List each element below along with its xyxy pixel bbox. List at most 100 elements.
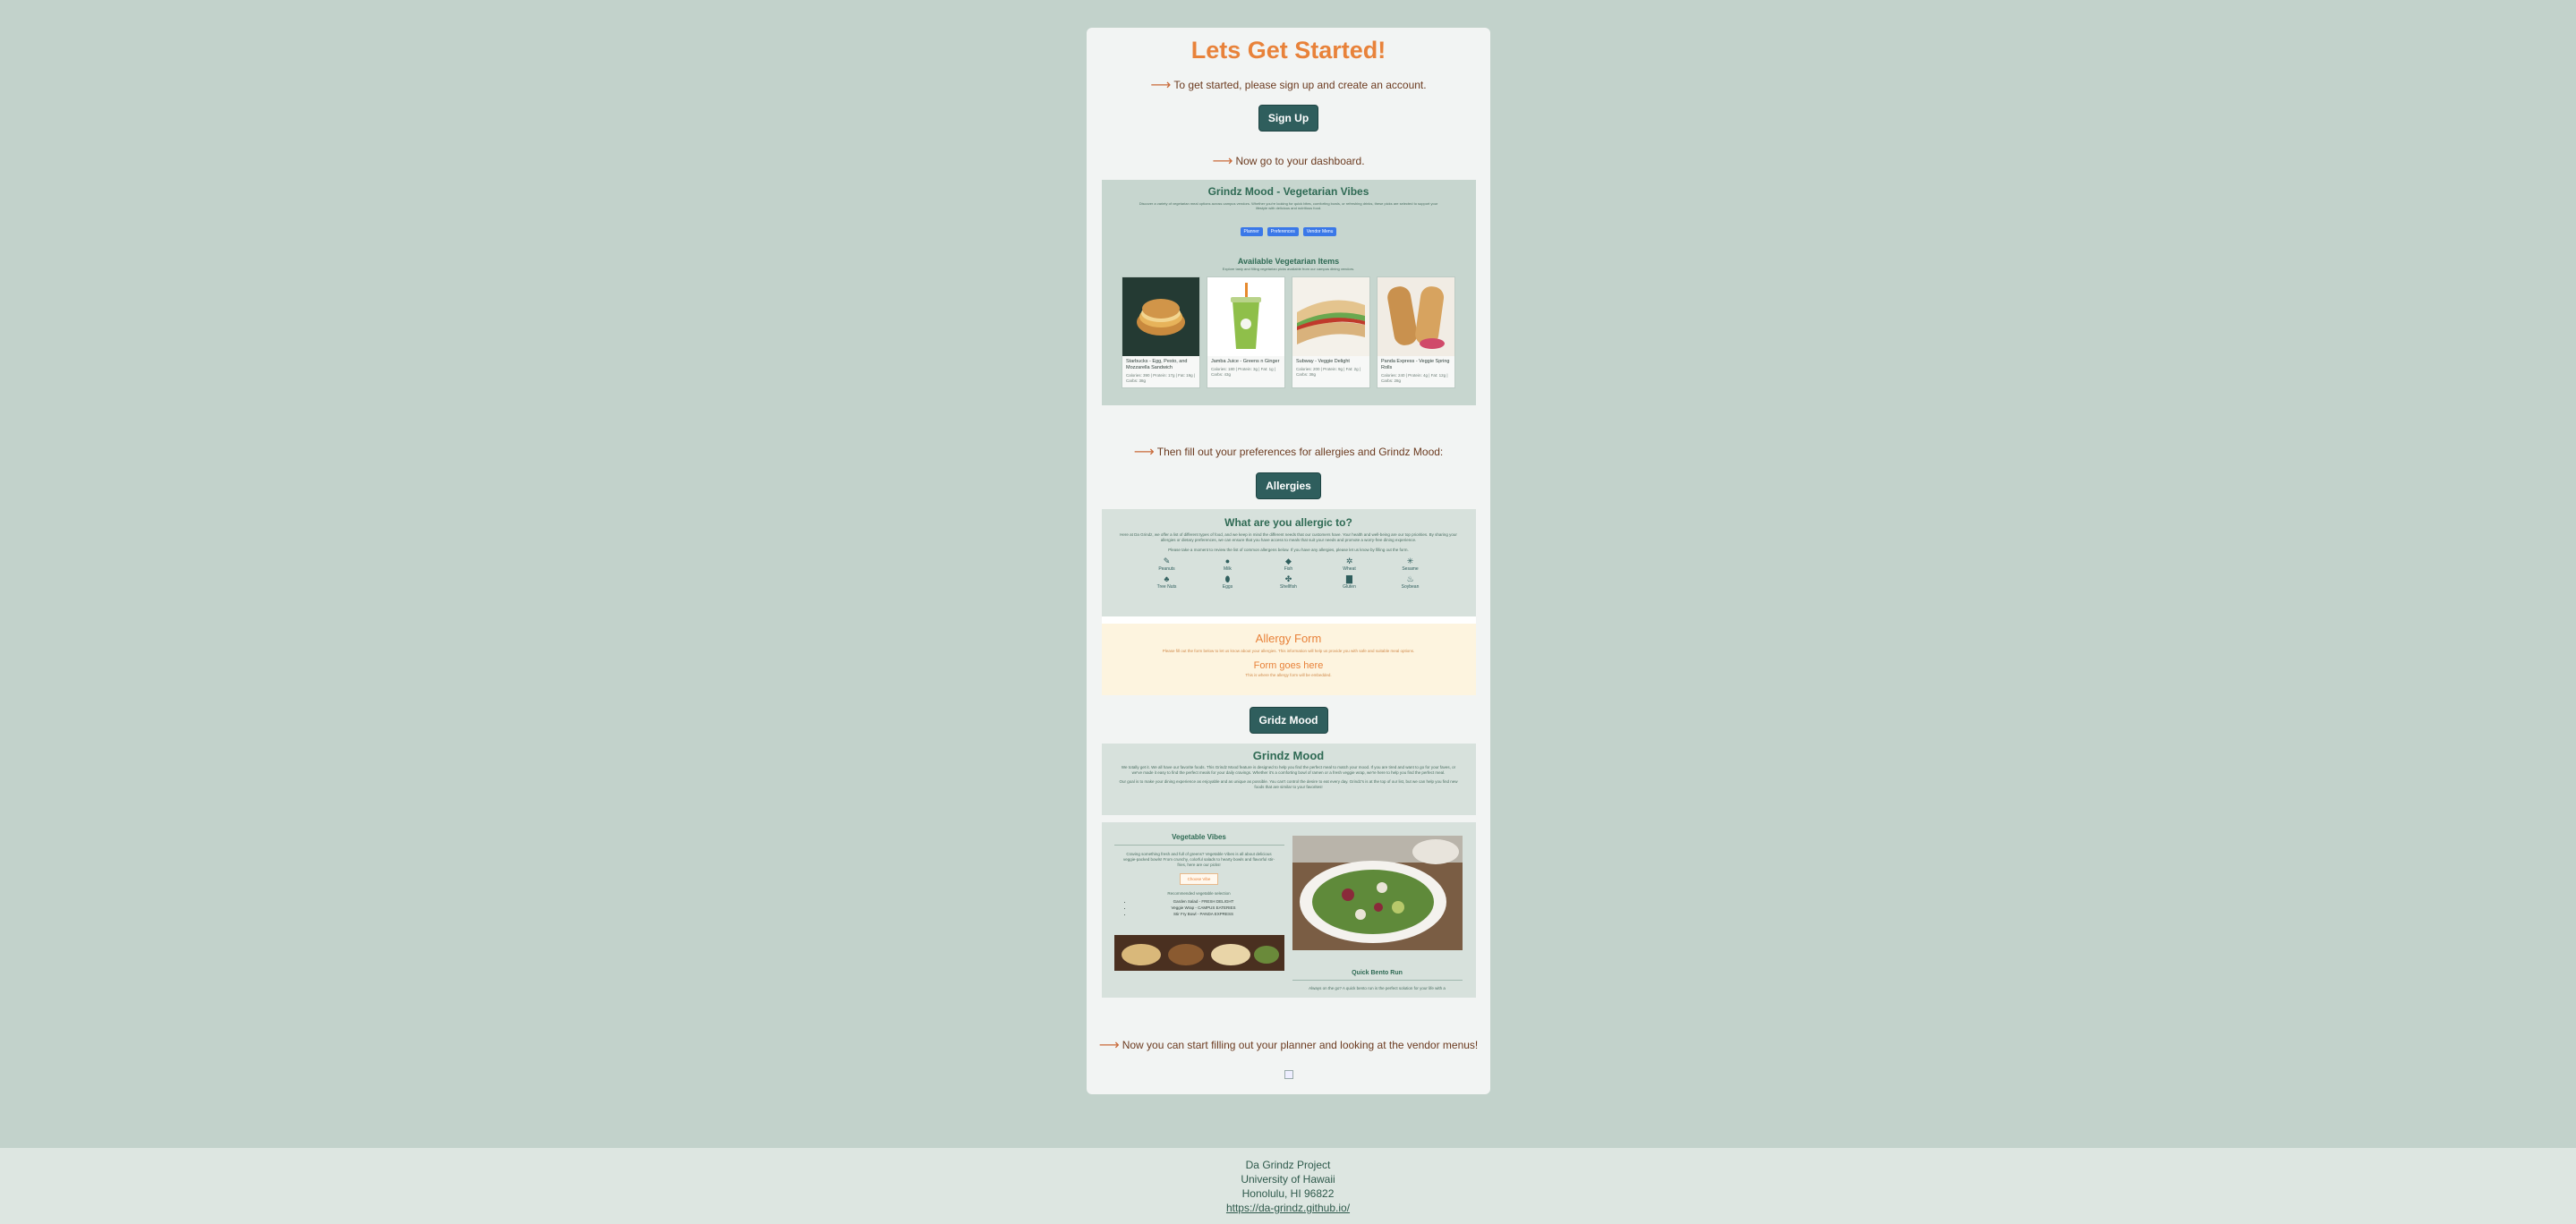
salad-image [1292, 836, 1463, 950]
allergen-milk[interactable]: ● Milk [1198, 557, 1258, 572]
veggie-list: Garden Salad - FRESH DELIGHT Veggie Wrap… [1123, 898, 1275, 917]
dashboard-preview: Grindz Mood - Vegetarian Vibes Discover … [1101, 180, 1476, 405]
bread-icon: ▇ [1346, 574, 1352, 583]
site-footer: Da Grindz Project University of Hawaii H… [0, 1148, 2576, 1224]
step-planner: ⟶ Now you can start filling out your pla… [1099, 1036, 1479, 1054]
grindz-mood-preview: Grindz Mood We totally get it. We all ha… [1101, 744, 1476, 815]
allergen-label: Eggs [1222, 584, 1233, 590]
veggie-left-column: Vegetable Vibes Craving something fresh … [1113, 833, 1284, 998]
allergen-label: Soybean [1401, 584, 1420, 590]
dashboard-nav: Planner Preferences Vendor Menu [1240, 227, 1337, 236]
arrow-right-icon: ⟶ [1098, 1038, 1120, 1053]
allergen-label: Milk [1224, 566, 1232, 572]
item-name: Starbucks - Egg, Pesto, and Mozzarella S… [1126, 359, 1188, 370]
allergen-fish[interactable]: ◆ Fish [1258, 557, 1319, 572]
veggie-right-column: Quick Bento Run Always on the go? A quic… [1292, 833, 1463, 998]
allergen-grid: ✎ Peanuts ● Milk ◆ Fish ✲ Wheat ✳ Sesame ♣ Tre… [1137, 557, 1441, 590]
veggie-list-title: Recommended vegetable selection [1167, 891, 1231, 896]
grindz-mood-p2: Our goal is to make your dining experien… [1119, 779, 1458, 789]
veggie-desc: Craving something fresh and full of gree… [1123, 852, 1275, 867]
menu-item-card[interactable]: Subway - Veggie Delight Calories: 200 | … [1292, 276, 1370, 388]
dashboard-intro: Discover a variety of vegetarian meal op… [1139, 201, 1438, 210]
egg-icon: ⬮ [1224, 574, 1231, 583]
arrow-right-icon: ⟶ [1133, 445, 1155, 460]
allergen-soybean[interactable]: ♨ Soybean [1380, 574, 1441, 590]
allergy-preview: What are you allergic to? Here at Da Gri… [1101, 509, 1476, 616]
wheat-icon: ✲ [1345, 557, 1353, 565]
allergy-title: What are you allergic to? [1224, 516, 1352, 529]
allergen-wheat[interactable]: ✲ Wheat [1319, 557, 1380, 572]
allergy-form-preview: Allergy Form Please fill out the form be… [1101, 616, 1476, 695]
footer-link[interactable]: https://da-grindz.github.io/ [1226, 1202, 1350, 1214]
soybean-icon: ♨ [1406, 574, 1414, 583]
peanut-icon: ✎ [1163, 557, 1171, 565]
bento-image [1113, 935, 1284, 971]
allergy-note: Please take a moment to review the list … [1168, 548, 1409, 552]
allergen-label: Sesame [1402, 566, 1419, 572]
smoothie-image [1207, 277, 1284, 356]
milk-icon: ● [1224, 557, 1231, 565]
footer-project: Da Grindz Project [1245, 1159, 1331, 1171]
preferences-chip[interactable]: Preferences [1267, 227, 1299, 236]
veggie-sub-image [1292, 277, 1369, 356]
spring-rolls-image [1378, 277, 1454, 356]
allergies-button[interactable]: Allergies [1256, 472, 1321, 499]
list-item: Garden Salad - FRESH DELIGHT [1132, 898, 1275, 905]
allergy-form-title: Allergy Form [1255, 632, 1322, 645]
step-preferences: ⟶ Then fill out your preferences for all… [1134, 443, 1444, 461]
step-preferences-text: Then fill out your preferences for aller… [1156, 446, 1444, 458]
grindz-mood-button[interactable]: Gridz Mood [1249, 707, 1328, 734]
quick-bento-desc: Always on the go? A quick bento run is t… [1309, 986, 1446, 990]
items-grid: Starbucks - Egg, Pesto, and Mozzarella S… [1122, 276, 1455, 388]
grindz-mood-p1: We totally get it. We all have our favor… [1121, 765, 1456, 775]
list-item: Veggie Wrap - CAMPUS EATERIES [1132, 905, 1275, 911]
step-signup-text: To get started, please sign up and creat… [1173, 79, 1427, 91]
broken-image-icon [1284, 1070, 1293, 1079]
item-name: Jamba Juice - Greens n Ginger [1211, 359, 1280, 364]
footer-address: Honolulu, HI 96822 [1241, 1187, 1335, 1200]
menu-item-card[interactable]: Starbucks - Egg, Pesto, and Mozzarella S… [1122, 276, 1200, 388]
allergy-form-desc: Please fill out the form below to let us… [1162, 649, 1415, 653]
allergen-label: Fish [1284, 566, 1293, 572]
sign-up-button[interactable]: Sign Up [1258, 105, 1319, 132]
allergen-label: Gluten [1343, 584, 1356, 590]
veggie-title: Vegetable Vibes [1172, 833, 1226, 841]
item-nutrition: Calories: 240 | Protein: 4g | Fat: 12g |… [1381, 373, 1448, 383]
item-nutrition: Calories: 390 | Protein: 17g | Fat: 19g … [1126, 373, 1196, 383]
item-nutrition: Calories: 180 | Protein: 3g | Fat: 1g | … [1211, 367, 1276, 377]
vendor-menu-chip[interactable]: Vendor Menu [1302, 227, 1337, 236]
allergen-label: Tree Nuts [1156, 584, 1177, 590]
dashboard-title: Grindz Mood - Vegetarian Vibes [1207, 185, 1369, 198]
allergen-eggs[interactable]: ⬮ Eggs [1198, 574, 1258, 590]
menu-item-card[interactable]: Jamba Juice - Greens n Ginger Calories: … [1207, 276, 1285, 388]
allergy-intro: Here at Da Grindz, we offer a list of di… [1120, 532, 1457, 542]
fish-icon: ◆ [1285, 557, 1292, 565]
arrow-right-icon: ⟶ [1212, 154, 1233, 169]
divider [1113, 845, 1284, 846]
planner-chip[interactable]: Planner [1240, 227, 1263, 236]
shellfish-icon: ✤ [1284, 574, 1292, 583]
allergen-peanuts[interactable]: ✎ Peanuts [1137, 557, 1198, 572]
allergen-label: Shellfish [1280, 584, 1297, 590]
allergen-sesame[interactable]: ✳ Sesame [1380, 557, 1441, 572]
vegetable-vibes-preview: Vegetable Vibes Craving something fresh … [1101, 822, 1476, 998]
grindz-mood-title: Grindz Mood [1252, 749, 1325, 762]
step-dashboard-text: Now go to your dashboard. [1235, 155, 1365, 167]
item-nutrition: Calories: 200 | Protein: 9g | Fat: 2g | … [1296, 367, 1361, 377]
available-items-subtitle: Explore tasty and filling vegetarian pic… [1222, 267, 1355, 271]
arrow-right-icon: ⟶ [1150, 78, 1172, 93]
allergen-shellfish[interactable]: ✤ Shellfish [1258, 574, 1319, 590]
footer-university: University of Hawaii [1241, 1173, 1335, 1186]
page-title: Lets Get Started! [1190, 37, 1386, 64]
form-placeholder-title: Form goes here [1253, 660, 1324, 671]
item-name: Panda Express - Veggie Spring Rolls [1381, 359, 1450, 370]
available-items-title: Available Vegetarian Items [1237, 257, 1340, 266]
allergen-gluten[interactable]: ▇ Gluten [1319, 574, 1380, 590]
quick-bento-title: Quick Bento Run [1352, 970, 1403, 976]
menu-item-card[interactable]: Panda Express - Veggie Spring Rolls Calo… [1377, 276, 1455, 388]
choose-vibe-button[interactable]: Choose Vibe [1179, 873, 1219, 885]
step-planner-text: Now you can start filling out your plann… [1122, 1039, 1479, 1051]
allergen-label: Peanuts [1158, 566, 1175, 572]
allergen-tree-nuts[interactable]: ♣ Tree Nuts [1137, 574, 1198, 590]
getting-started-card: Lets Get Started! ⟶ To get started, plea… [1087, 28, 1490, 1094]
